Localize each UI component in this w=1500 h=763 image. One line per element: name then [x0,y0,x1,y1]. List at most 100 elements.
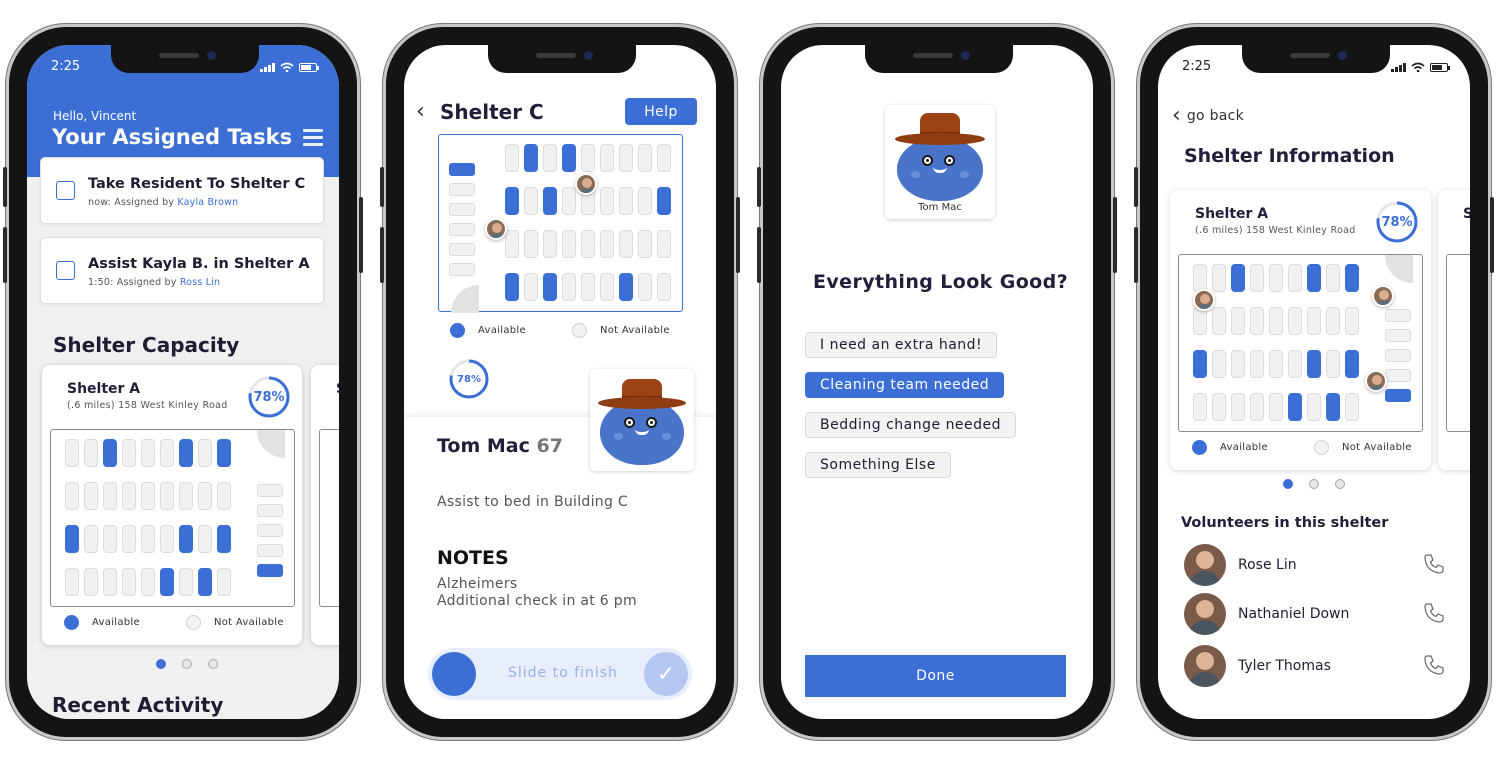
volunteer-row-1[interactable]: Rose Lin [1184,544,1297,586]
seat [543,144,557,172]
seat [65,439,79,467]
seat [600,230,614,258]
section-heading-capacity: Shelter Capacity [53,333,240,357]
avatar [1184,645,1226,687]
seat [1193,264,1207,292]
task-checkbox[interactable] [56,261,75,280]
carousel-pager[interactable] [1283,479,1345,489]
volunteer-name: Nathaniel Down [1238,606,1350,622]
shelter-card[interactable]: Shelter A (.6 miles) 158 West Kinley Roa… [1170,190,1431,470]
bed [449,183,475,196]
page-dot[interactable] [182,659,192,669]
person-pin-icon[interactable] [485,218,507,240]
seat [65,525,79,553]
seat [1212,307,1226,335]
seat [1250,350,1264,378]
option-cleaning-team[interactable]: Cleaning team needed [805,372,1005,398]
option-extra-hand[interactable]: I need an extra hand! [805,332,998,358]
phone-icon[interactable] [1422,601,1446,625]
phone-icon[interactable] [1422,552,1446,576]
task-card-2[interactable]: Assist Kayla B. in Shelter A 1:50: Assig… [40,237,324,304]
legend-available: Available [478,325,526,336]
task-card-1[interactable]: Take Resident To Shelter C now: Assigned… [40,157,324,224]
assignee-link[interactable]: Kayla Brown [177,197,238,208]
person-pin-icon[interactable] [1193,289,1215,311]
seat [1307,350,1321,378]
available-swatch [450,323,465,338]
back-chevron-icon[interactable]: ‹ [416,99,425,124]
slider-label: Slide to finish [508,665,618,681]
person-pin-icon[interactable] [1365,370,1387,392]
bed [1385,329,1411,342]
seat [1288,393,1302,421]
seat [160,439,174,467]
option-bedding-change[interactable]: Bedding change needed [805,412,1017,438]
seat [122,439,136,467]
seat [1326,393,1340,421]
page-dot[interactable] [156,659,166,669]
carousel-pager[interactable] [156,659,218,669]
menu-icon[interactable] [303,129,323,150]
seat-map [438,134,683,313]
not-available-swatch [1313,440,1329,455]
seat [84,568,98,596]
seat [1288,350,1302,378]
go-back-link[interactable]: ‹ go back [1172,103,1244,128]
shelter-name-peek: S [1463,206,1470,222]
task-title: Take Resident To Shelter C [88,176,306,192]
door [257,430,285,458]
seat [1307,393,1321,421]
available-swatch [64,615,79,630]
shelter-name: Shelter A [1195,206,1269,222]
signal-icon [260,62,275,72]
seat [103,439,117,467]
seat [103,525,117,553]
seat [505,273,519,301]
bed [1385,369,1411,382]
page-dot[interactable] [1309,479,1319,489]
shelter-card-peek[interactable]: S [311,365,339,645]
shelter-card[interactable]: Shelter A (.6 miles) 158 West Kinley Roa… [42,365,302,645]
volunteer-row-3[interactable]: Tyler Thomas [1184,645,1331,687]
seat [1269,393,1283,421]
assignee-link[interactable]: Ross Lin [180,277,220,288]
signal-icon [1391,62,1406,72]
shelter-card-peek[interactable]: S [1438,190,1470,470]
slider-knob[interactable] [432,652,476,696]
task-checkbox[interactable] [56,181,75,200]
seat [1288,307,1302,335]
volunteer-row-2[interactable]: Nathaniel Down [1184,593,1349,635]
bed [449,203,475,216]
person-pin-icon[interactable] [575,173,597,195]
note-2: Additional check in at 6 pm [437,593,637,609]
seat [122,568,136,596]
seat [524,187,538,215]
seat [65,568,79,596]
seat [1212,350,1226,378]
page-dot[interactable] [208,659,218,669]
phone-icon[interactable] [1422,653,1446,677]
seat [543,273,557,301]
page-dot[interactable] [1335,479,1345,489]
seat-map-peek [319,429,339,607]
seat [638,187,652,215]
page-dot[interactable] [1283,479,1293,489]
seat [505,230,519,258]
seat [217,482,231,510]
done-button[interactable]: Done [805,655,1066,697]
section-heading-recent: Recent Activity [52,693,224,717]
seat [160,482,174,510]
slide-to-finish[interactable]: Slide to finish ✓ [428,648,692,700]
help-button[interactable]: Help [625,98,697,125]
resident-age: 67 [536,435,563,457]
capacity-percent: 78% [457,373,481,385]
person-pin-icon[interactable] [1372,285,1394,307]
option-something-else[interactable]: Something Else [805,452,951,478]
seat [1288,264,1302,292]
seat [1345,307,1359,335]
seat [524,273,538,301]
seat [1250,307,1264,335]
seat [1345,350,1359,378]
task-meta: now: Assigned by Kayla Brown [88,197,239,208]
seat [581,273,595,301]
